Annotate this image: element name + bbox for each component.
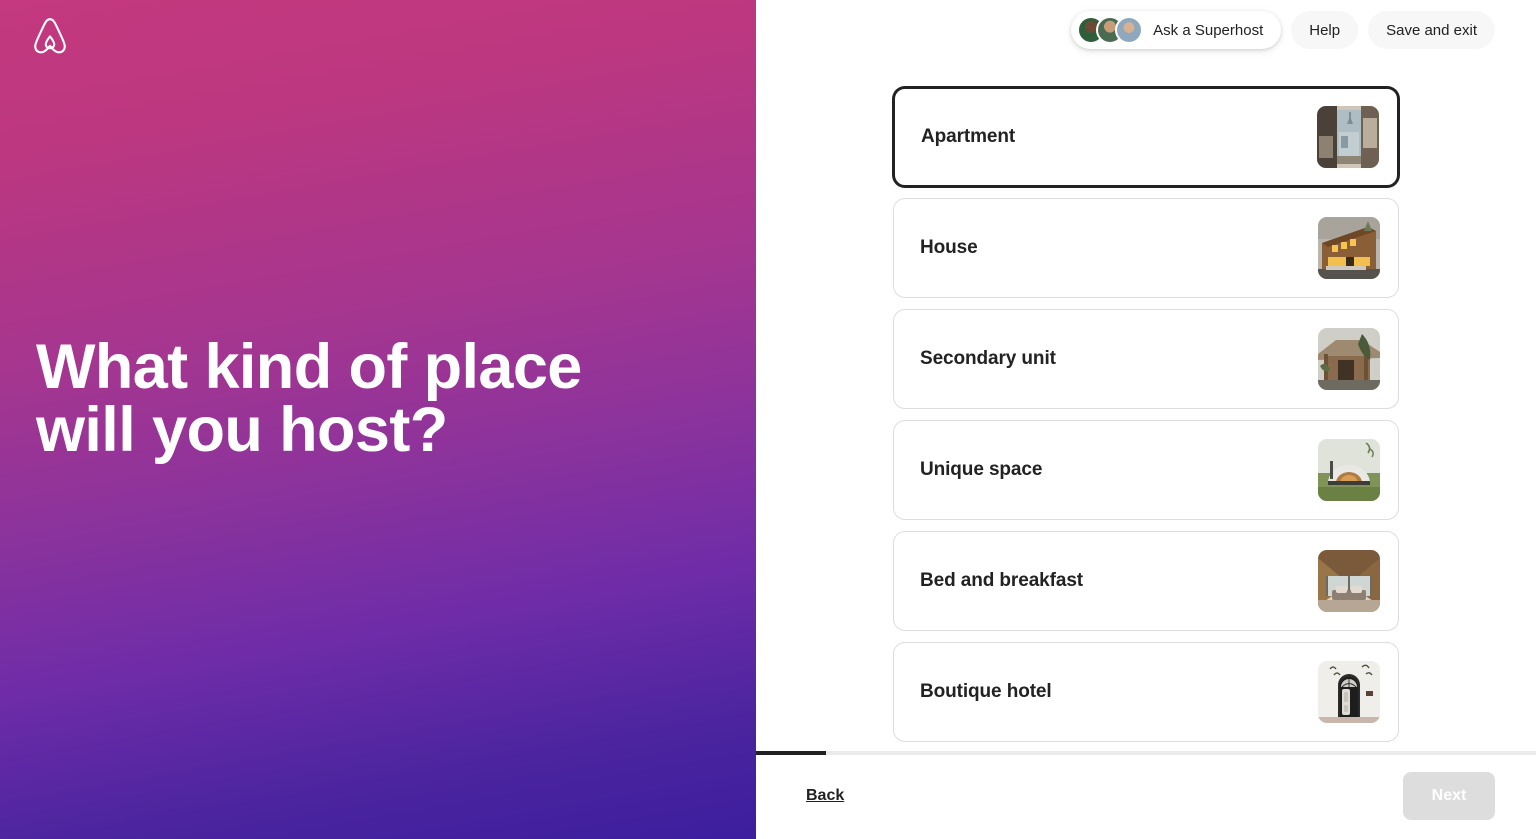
place-type-label: Apartment <box>921 126 1016 147</box>
page-title: What kind of place will you host? <box>36 332 582 465</box>
save-and-exit-button[interactable]: Save and exit <box>1368 11 1495 49</box>
hero-panel: What kind of place will you host? <box>0 0 756 839</box>
progress-track <box>756 751 1536 755</box>
host-onboarding-page: What kind of place will you host? Ask a … <box>0 0 1536 839</box>
place-type-label: Unique space <box>920 459 1043 480</box>
place-type-label: Secondary unit <box>920 348 1056 369</box>
secondary-unit-casita-thumbnail-icon <box>1318 328 1380 390</box>
place-type-label: Bed and breakfast <box>920 570 1084 591</box>
avatar <box>1115 16 1144 44</box>
place-type-label: House <box>920 237 978 258</box>
place-type-option-house[interactable]: House <box>893 198 1399 298</box>
content-panel: Ask a Superhost Help Save and exit Apart… <box>756 0 1536 839</box>
place-type-option-apartment[interactable]: Apartment <box>893 87 1399 187</box>
superhost-avatars <box>1077 15 1144 45</box>
place-type-option-secondary-unit[interactable]: Secondary unit <box>893 309 1399 409</box>
help-button[interactable]: Help <box>1291 11 1359 49</box>
place-type-list: Apartment House Secondary unit Unique sp… <box>893 87 1399 742</box>
unique-space-dome-thumbnail-icon <box>1318 439 1380 501</box>
footer-bar: Back Next <box>756 751 1536 839</box>
place-type-option-unique-space[interactable]: Unique space <box>893 420 1399 520</box>
place-type-option-boutique-hotel[interactable]: Boutique hotel <box>893 642 1399 742</box>
place-type-option-bed-and-breakfast[interactable]: Bed and breakfast <box>893 531 1399 631</box>
boutique-hotel-door-thumbnail-icon <box>1318 661 1380 723</box>
back-button[interactable]: Back <box>804 783 846 809</box>
top-bar: Ask a Superhost Help Save and exit <box>756 0 1536 60</box>
bed-and-breakfast-aframe-thumbnail-icon <box>1318 550 1380 612</box>
airbnb-belo-logo-icon[interactable] <box>30 16 70 60</box>
house-barn-thumbnail-icon <box>1318 217 1380 279</box>
place-type-list-scroll[interactable]: Apartment House Secondary unit Unique sp… <box>756 60 1536 751</box>
place-type-label: Boutique hotel <box>920 681 1052 702</box>
apartment-balcony-thumbnail-icon <box>1317 106 1379 168</box>
ask-a-superhost-label: Ask a Superhost <box>1153 21 1264 39</box>
ask-a-superhost-button[interactable]: Ask a Superhost <box>1071 11 1282 49</box>
next-button[interactable]: Next <box>1403 771 1495 820</box>
progress-fill <box>756 751 827 755</box>
